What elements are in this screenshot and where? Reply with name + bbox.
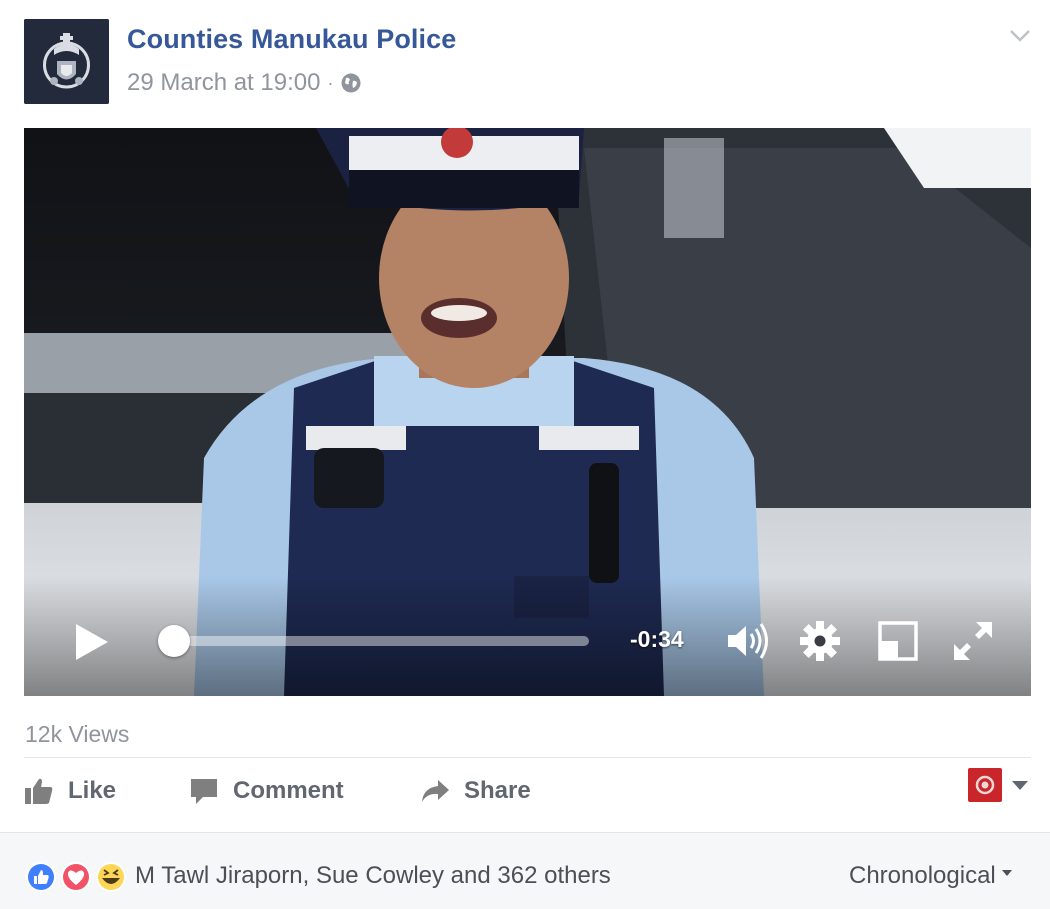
share-label: Share <box>464 777 531 804</box>
video-player[interactable]: -0:34 <box>24 128 1031 696</box>
like-button[interactable]: Like <box>24 774 116 808</box>
page-switcher[interactable] <box>968 768 1028 802</box>
play-icon[interactable] <box>72 622 112 662</box>
facebook-post: Counties Manukau Police 29 March at 19:0… <box>0 0 1050 909</box>
gear-icon[interactable] <box>797 618 843 664</box>
thumbs-up-icon <box>25 778 53 804</box>
comment-sort-dropdown[interactable]: Chronological <box>849 862 1012 890</box>
meta-separator: · <box>327 72 334 93</box>
picture-in-picture-icon[interactable] <box>875 618 921 664</box>
progress-handle[interactable] <box>157 625 190 657</box>
time-remaining: -0:34 <box>630 626 684 652</box>
reactions-bar: M Tawl Jiraporn, Sue Cowley and 362 othe… <box>0 832 1050 909</box>
page-avatar[interactable] <box>24 19 109 104</box>
like-label: Like <box>68 777 117 804</box>
volume-icon[interactable] <box>724 618 770 664</box>
switcher-avatar <box>968 768 1002 802</box>
police-crest-logo <box>24 19 109 104</box>
comment-icon <box>191 779 217 804</box>
chevron-down-icon[interactable] <box>1007 22 1033 48</box>
page-name-link[interactable]: Counties Manukau Police <box>127 24 456 55</box>
comment-label: Comment <box>233 777 344 804</box>
share-button[interactable]: Share <box>420 774 531 808</box>
sort-label: Chronological <box>849 862 996 889</box>
caret-down-icon <box>1001 870 1012 876</box>
comment-button[interactable]: Comment <box>189 774 344 808</box>
caret-down-icon <box>1012 780 1028 790</box>
reaction-icons[interactable] <box>24 860 130 894</box>
progress-bar[interactable] <box>157 625 589 657</box>
view-count: 12k Views <box>25 721 130 747</box>
fullscreen-icon[interactable] <box>950 618 996 664</box>
post-meta: 29 March at 19:00 · <box>127 69 362 97</box>
share-arrow-icon <box>422 780 449 802</box>
divider <box>24 757 1031 758</box>
reaction-summary[interactable]: M Tawl Jiraporn, Sue Cowley and 362 othe… <box>135 862 611 890</box>
post-timestamp[interactable]: 29 March at 19:00 <box>127 69 320 97</box>
globe-icon[interactable] <box>340 72 362 94</box>
